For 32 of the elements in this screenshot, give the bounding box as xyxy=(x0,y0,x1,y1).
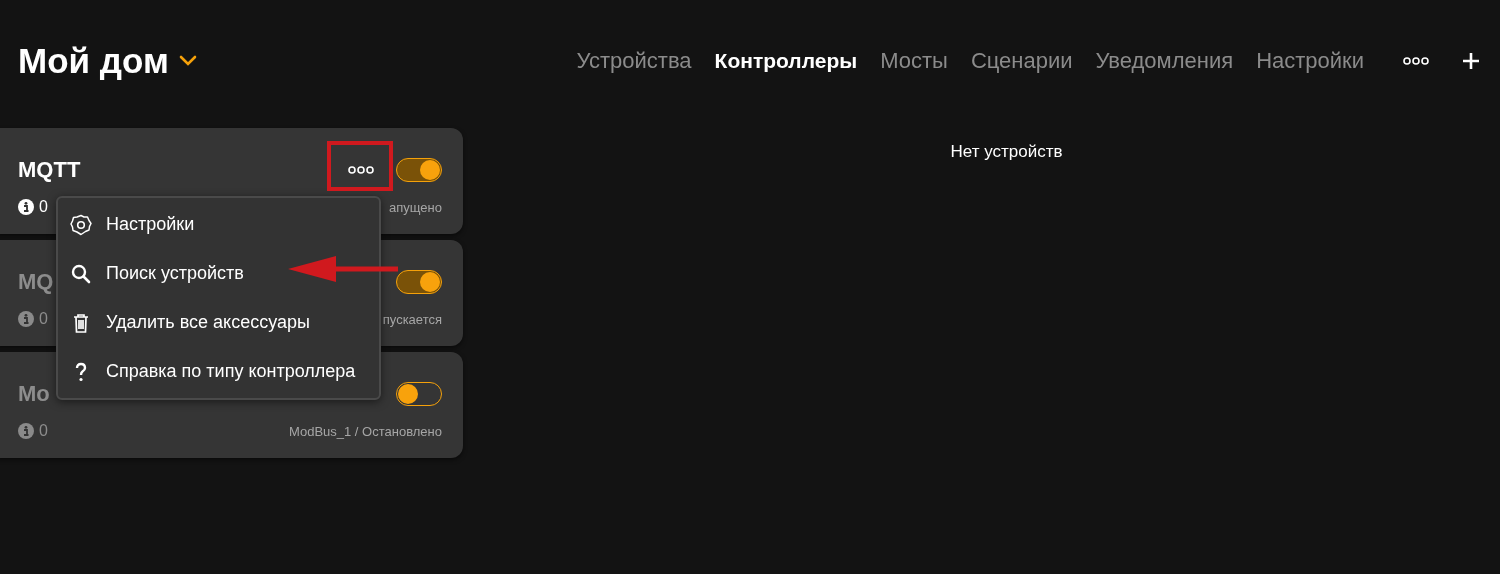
controller-status: ModBus_1 / Остановлено xyxy=(289,423,442,439)
nav-tab[interactable]: Сценарии xyxy=(970,48,1073,74)
menu-item[interactable]: Поиск устройств xyxy=(58,249,379,298)
nav-tab[interactable]: Контроллеры xyxy=(714,49,858,73)
toggle-switch[interactable] xyxy=(396,270,442,294)
menu-item[interactable]: Настройки xyxy=(58,200,379,249)
controller-status: апущено xyxy=(389,199,442,215)
empty-message: Нет устройств xyxy=(950,142,1063,162)
menu-item[interactable]: Справка по типу контроллера xyxy=(58,347,379,396)
add-icon[interactable] xyxy=(1462,52,1480,70)
nav-tab[interactable]: Настройки xyxy=(1256,48,1364,74)
device-count: 0 xyxy=(39,422,48,440)
home-title[interactable]: Мой дом xyxy=(18,41,169,81)
chevron-down-icon[interactable] xyxy=(178,55,197,67)
controller-name: Mo xyxy=(18,381,50,407)
nav-tab[interactable]: Мосты xyxy=(880,48,948,74)
device-count: 0 xyxy=(39,198,48,216)
device-count: 0 xyxy=(39,310,48,328)
more-icon[interactable] xyxy=(1403,56,1429,66)
nav-tab[interactable]: Устройства xyxy=(576,48,692,74)
menu-item[interactable]: Удалить все аксессуары xyxy=(58,298,379,347)
info-icon xyxy=(18,311,34,327)
settings-icon xyxy=(70,213,92,236)
controller-status: пускается xyxy=(382,311,442,327)
highlight-box xyxy=(327,141,393,191)
controller-name: MQ xyxy=(18,269,54,295)
info-icon xyxy=(18,423,34,439)
search-icon xyxy=(70,262,92,285)
controller-name: MQTT xyxy=(18,157,81,183)
info-icon xyxy=(18,199,34,215)
toggle-switch[interactable] xyxy=(396,158,442,182)
nav-tab[interactable]: Уведомления xyxy=(1095,48,1234,74)
